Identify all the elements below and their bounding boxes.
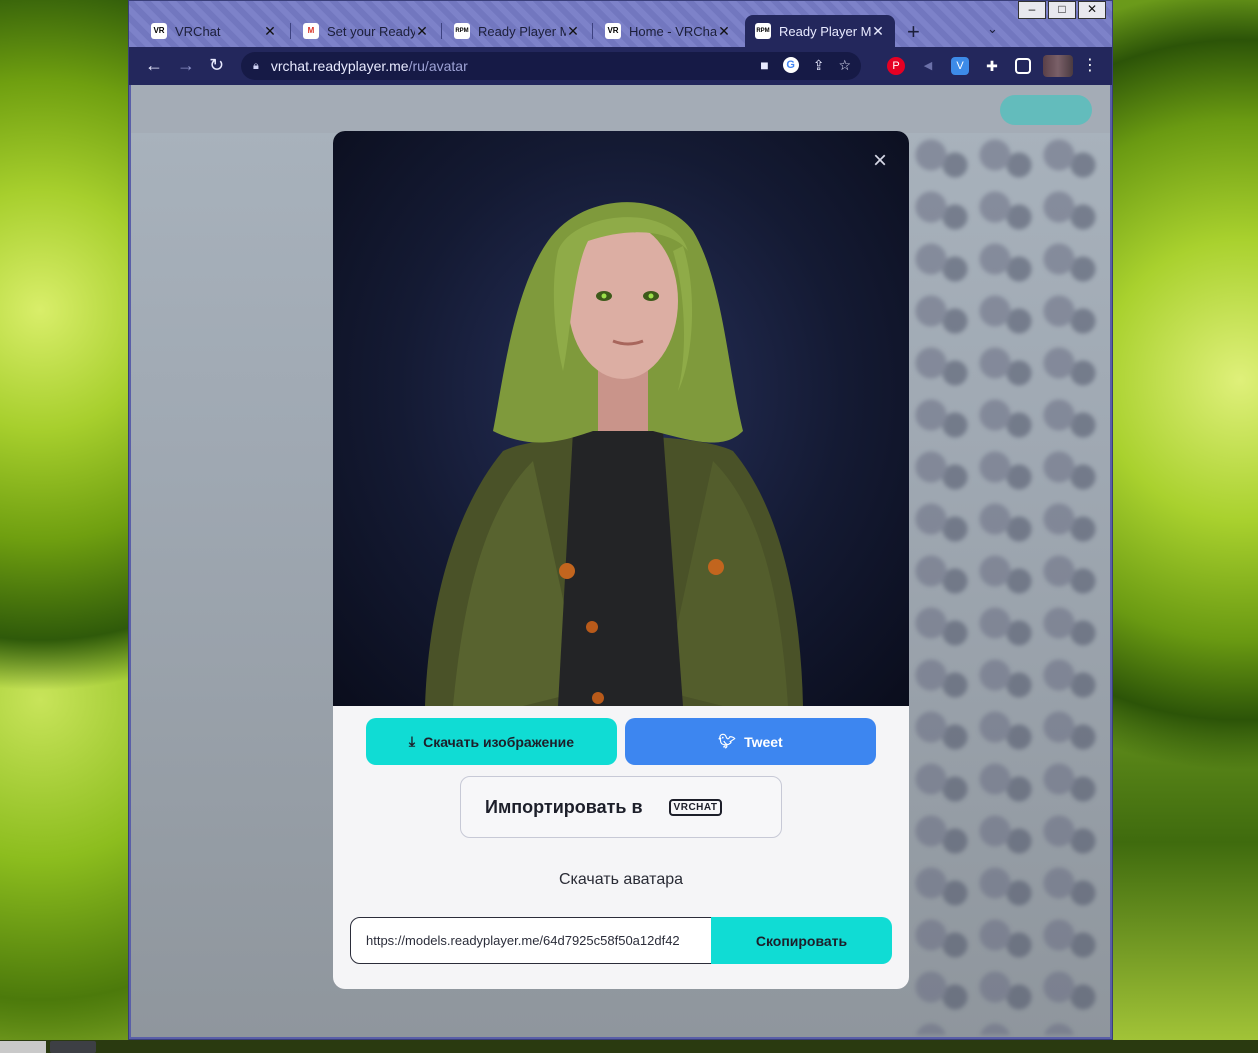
extension-v-icon[interactable]: V — [951, 57, 969, 75]
tab-home-vrchat[interactable]: VR Home - VRChat ✕ — [595, 15, 741, 47]
forward-icon[interactable]: → — [177, 55, 195, 76]
import-label: Импортировать в — [485, 796, 643, 817]
start-button[interactable] — [0, 1041, 46, 1053]
tweet-button[interactable]: 🐦︎ Tweet — [625, 718, 876, 765]
taskbar-app-icon[interactable] — [50, 1041, 96, 1053]
rpm-favicon-icon: RPM — [454, 23, 470, 39]
import-to-vrchat-button[interactable]: Импортировать в VRCHAT — [460, 776, 782, 838]
lock-icon[interactable]: 🔒︎ — [253, 60, 259, 73]
tab-title: Set your Ready — [327, 23, 415, 39]
google-icon[interactable]: G — [782, 57, 799, 73]
close-modal-button[interactable]: × — [873, 149, 887, 173]
tab-strip: – □ ✕ VR VRChat ✕ M Set your Ready ✕ RPM… — [129, 1, 1112, 47]
gmail-favicon-icon: M — [303, 23, 319, 39]
pinterest-icon[interactable]: P — [887, 57, 905, 75]
tab-close-icon[interactable]: ✕ — [263, 23, 277, 40]
tab-vrchat[interactable]: VR VRChat ✕ — [141, 15, 287, 47]
tab-close-icon[interactable]: ✕ — [717, 23, 731, 40]
tab-close-icon[interactable]: ✕ — [871, 23, 885, 40]
download-avatar-heading: Скачать аватара — [558, 871, 684, 888]
sidebar-icon[interactable] — [1015, 58, 1031, 74]
back-icon[interactable]: ← — [145, 55, 163, 76]
download-image-label: Скачать изображение — [423, 733, 575, 750]
twitter-bird-icon: 🐦︎ — [718, 733, 737, 749]
download-icon: ⤓ — [408, 733, 416, 749]
tab-title: Ready Player Me — [779, 23, 871, 39]
os-taskbar — [0, 1040, 1258, 1053]
window-controls: – □ ✕ — [1016, 1, 1106, 19]
camera-icon[interactable]: ■ — [760, 57, 768, 74]
tab-ready-player-me[interactable]: RPM Ready Player Me ✕ — [444, 15, 590, 47]
new-tab-button[interactable]: + — [907, 19, 920, 45]
blurred-pill — [1000, 95, 1092, 125]
share-modal: × ⤓ Скачать изображение 🐦︎ Tweet Импорти… — [333, 131, 909, 989]
blurred-asset-grid — [911, 135, 1101, 1035]
menu-icon[interactable]: ⋮ — [1081, 57, 1099, 75]
reload-icon[interactable]: ↻ — [209, 55, 224, 76]
tab-set-your-ready[interactable]: M Set your Ready ✕ — [293, 15, 439, 47]
avatar-illustration — [425, 202, 803, 706]
tab-title: VRChat — [175, 23, 221, 39]
vrchat-logo-icon: VRCHAT — [668, 798, 723, 816]
puzzle-icon[interactable]: ✚ — [983, 57, 1001, 75]
blurred-header — [131, 85, 1110, 133]
url-path: /ru/avatar — [408, 58, 468, 74]
rpm-favicon-icon: RPM — [755, 23, 771, 39]
tab-close-icon[interactable]: ✕ — [566, 23, 580, 40]
address-bar[interactable]: 🔒︎ vrchat.readyplayer.me/ru/avatar ■ G ⇪… — [241, 52, 861, 80]
bookmark-star-icon[interactable]: ☆ — [838, 57, 851, 74]
share-icon[interactable]: ⇪ — [813, 57, 825, 74]
browser-toolbar: ← → ↻ 🔒︎ vrchat.readyplayer.me/ru/avatar… — [129, 47, 1112, 85]
tab-search-chevron-icon[interactable]: ⌄ — [987, 21, 998, 37]
avatar[interactable] — [1043, 55, 1073, 77]
copy-button[interactable]: Скопировать — [711, 917, 892, 964]
tab-title: Home - VRChat — [629, 23, 717, 39]
avatar-preview: × — [333, 131, 909, 706]
download-image-button[interactable]: ⤓ Скачать изображение — [366, 718, 617, 765]
tab-close-icon[interactable]: ✕ — [415, 23, 429, 40]
close-window-button[interactable]: ✕ — [1078, 1, 1106, 19]
vrchat-favicon-icon: VR — [605, 23, 621, 39]
tweet-label: Tweet — [744, 733, 783, 750]
copy-label: Скопировать — [755, 932, 848, 949]
tab-title: Ready Player Me — [478, 23, 566, 39]
maximize-button[interactable]: □ — [1048, 1, 1076, 19]
vrchat-favicon-icon: VR — [151, 23, 167, 39]
avatar-url-field[interactable]: https://models.readyplayer.me/64d7925c58… — [350, 917, 712, 964]
mute-icon[interactable]: ◀ — [919, 57, 937, 75]
url-host: vrchat.readyplayer.me — [270, 58, 409, 74]
tab-ready-player-me-active[interactable]: RPM Ready Player Me ✕ — [745, 15, 895, 47]
minimize-button[interactable]: – — [1018, 1, 1046, 19]
